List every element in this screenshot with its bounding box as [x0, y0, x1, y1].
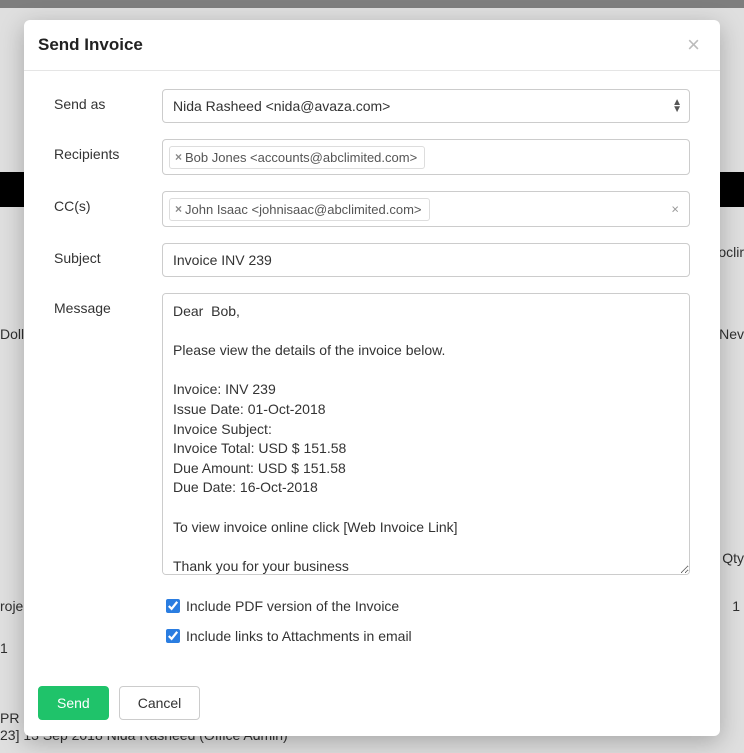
include-links-label: Include links to Attachments in email — [186, 628, 412, 644]
modal-footer: Send Cancel — [24, 672, 720, 736]
ccs-input[interactable]: × John Isaac <johnisaac@abclimited.com> … — [162, 191, 690, 227]
ccs-label: CC(s) — [54, 191, 162, 214]
message-label: Message — [54, 293, 162, 316]
recipient-tag: × Bob Jones <accounts@abclimited.com> — [169, 146, 425, 169]
modal-header: Send Invoice × — [24, 20, 720, 71]
send-button[interactable]: Send — [38, 686, 109, 720]
send-as-select[interactable]: Nida Rasheed <nida@avaza.com> — [162, 89, 690, 123]
modal-body: Send as Nida Rasheed <nida@avaza.com> ▲▼… — [24, 71, 720, 672]
remove-cc-icon[interactable]: × — [175, 202, 182, 216]
subject-label: Subject — [54, 243, 162, 266]
cc-tag-label: John Isaac <johnisaac@abclimited.com> — [185, 202, 422, 217]
include-pdf-label: Include PDF version of the Invoice — [186, 598, 399, 614]
clear-ccs-icon[interactable]: × — [671, 202, 679, 217]
include-links-checkbox[interactable] — [166, 629, 180, 643]
recipients-input[interactable]: × Bob Jones <accounts@abclimited.com> — [162, 139, 690, 175]
remove-recipient-icon[interactable]: × — [175, 150, 182, 164]
close-button[interactable]: × — [683, 34, 704, 56]
message-textarea[interactable] — [162, 293, 690, 575]
close-icon: × — [687, 32, 700, 57]
recipients-label: Recipients — [54, 139, 162, 162]
subject-input[interactable] — [162, 243, 690, 277]
include-pdf-row[interactable]: Include PDF version of the Invoice — [162, 596, 690, 616]
cc-tag: × John Isaac <johnisaac@abclimited.com> — [169, 198, 430, 221]
include-links-row[interactable]: Include links to Attachments in email — [162, 626, 690, 646]
recipient-tag-label: Bob Jones <accounts@abclimited.com> — [185, 150, 417, 165]
include-pdf-checkbox[interactable] — [166, 599, 180, 613]
send-as-label: Send as — [54, 89, 162, 112]
modal-title: Send Invoice — [38, 35, 143, 55]
cancel-button[interactable]: Cancel — [119, 686, 201, 720]
send-invoice-modal: Send Invoice × Send as Nida Rasheed <nid… — [24, 20, 720, 736]
